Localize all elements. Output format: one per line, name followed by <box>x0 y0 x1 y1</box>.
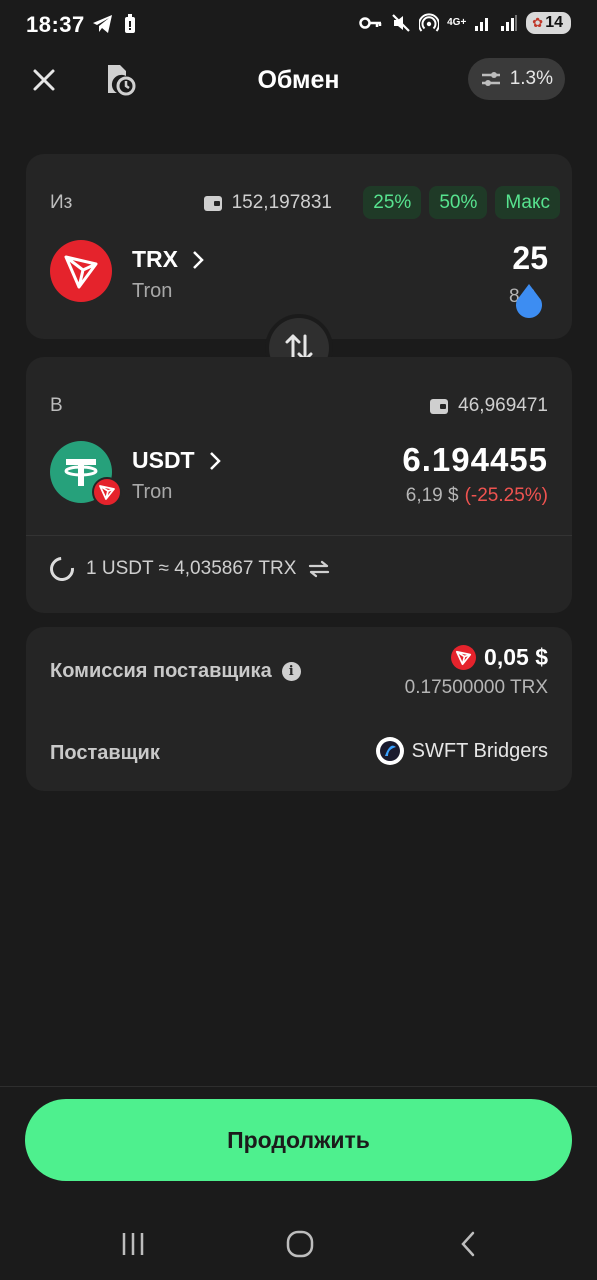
bottom-divider <box>0 1086 597 1087</box>
status-bar: 18:37 4G+ ✿ 14 <box>0 0 597 52</box>
back-icon <box>461 1231 475 1257</box>
to-fiat-amount: 6,19 $ (-25.25%) <box>406 485 548 507</box>
exchange-rate-row[interactable]: 1 USDT ≈ 4,035867 TRX <box>45 552 330 586</box>
refresh-timer-icon <box>45 552 79 586</box>
back-button[interactable] <box>448 1228 488 1260</box>
usdt-token-logo <box>50 441 122 507</box>
to-card: В 46,969471 USDT Tron 6.194455 6,19 $ (-… <box>26 357 572 613</box>
tron-network-badge <box>92 477 122 507</box>
slippage-settings-button[interactable]: 1.3% <box>467 58 565 100</box>
from-balance-value: 152,197831 <box>231 192 332 213</box>
hotspot-icon <box>419 13 440 32</box>
from-card: Из 152,197831 25% 50% Макс TRX Tron 25 8… <box>26 154 572 339</box>
signal-icon <box>475 18 489 31</box>
to-balance-value: 46,969471 <box>458 395 548 416</box>
percent-buttons: 25% 50% Макс <box>363 186 560 219</box>
exchange-rate: 1 USDT ≈ 4,035867 TRX <box>86 558 297 579</box>
percent-25-button[interactable]: 25% <box>363 186 422 219</box>
from-amount-input[interactable]: 25 <box>512 240 548 277</box>
from-token-network: Tron <box>132 280 173 302</box>
status-time: 18:37 <box>26 12 85 37</box>
network-type: 4G+ <box>447 17 467 28</box>
fee-native: 0.17500000 TRX <box>404 677 548 698</box>
continue-button[interactable]: Продолжить <box>25 1099 572 1181</box>
max-button[interactable]: Макс <box>495 186 560 219</box>
provider-fee-value: 0,05 $ <box>451 644 548 671</box>
info-icon[interactable]: i <box>281 662 301 681</box>
provider-name: SWFT Bridgers <box>411 739 548 762</box>
power-saving-icon: ✿ <box>532 15 544 30</box>
battery-alert-icon <box>125 14 135 33</box>
swft-logo-icon <box>375 737 404 765</box>
percent-50-button[interactable]: 50% <box>429 186 488 219</box>
system-navigation-bar <box>0 1210 597 1280</box>
price-impact: (-25.25%) <box>464 485 548 506</box>
sliders-icon <box>481 72 500 86</box>
tron-icon <box>64 255 98 289</box>
from-token-selector[interactable]: TRX <box>132 246 204 273</box>
from-label: Из <box>50 192 73 213</box>
tron-icon <box>99 485 115 500</box>
fee-card: Комиссия поставщика i 0,05 $ 0.17500000 … <box>26 627 572 791</box>
recent-apps-button[interactable] <box>113 1228 153 1260</box>
status-left-icons <box>92 14 136 34</box>
provider-label: Поставщик <box>50 742 160 764</box>
to-token-selector[interactable]: USDT <box>132 447 221 474</box>
telegram-icon <box>93 15 112 33</box>
wallet-icon <box>430 398 449 414</box>
mute-icon <box>392 14 410 32</box>
swap-horizontal-icon[interactable] <box>308 560 330 578</box>
tron-icon <box>451 645 477 670</box>
battery-level: 14 <box>545 14 563 31</box>
swap-screen: 18:37 4G+ ✿ 14 Обмен 1.3% Из 152,197831 … <box>0 0 597 1280</box>
home-icon <box>286 1230 314 1258</box>
card-divider <box>26 535 572 536</box>
recent-apps-icon <box>122 1233 144 1255</box>
status-right-icons: 4G+ ✿ 14 <box>359 12 571 34</box>
provider-fee-label: Комиссия поставщика i <box>50 660 301 683</box>
slippage-value: 1.3% <box>509 68 553 89</box>
signal-icon-2 <box>501 15 518 31</box>
wallet-icon <box>203 195 222 211</box>
from-balance: 152,197831 <box>203 192 332 214</box>
to-fiat-value: 6,19 $ <box>405 485 459 506</box>
to-token-network: Tron <box>132 481 173 503</box>
trx-token-logo <box>50 240 112 302</box>
battery-indicator: ✿ 14 <box>526 12 571 34</box>
to-balance: 46,969471 <box>430 395 548 417</box>
to-amount: 6.194455 <box>402 441 548 478</box>
fee-usd: 0,05 $ <box>484 644 548 670</box>
touch-indicator-icon <box>516 284 542 318</box>
provider-value: SWFT Bridgers <box>375 737 548 765</box>
key-icon <box>359 17 382 29</box>
chevron-right-icon <box>193 250 204 269</box>
to-token-symbol: USDT <box>132 447 195 473</box>
chevron-right-icon <box>209 451 221 470</box>
provider-fee-text: Комиссия поставщика <box>50 660 272 682</box>
to-label: В <box>50 395 63 416</box>
from-token-symbol: TRX <box>132 246 178 272</box>
home-button[interactable] <box>280 1228 320 1260</box>
header: Обмен 1.3% <box>0 52 597 108</box>
